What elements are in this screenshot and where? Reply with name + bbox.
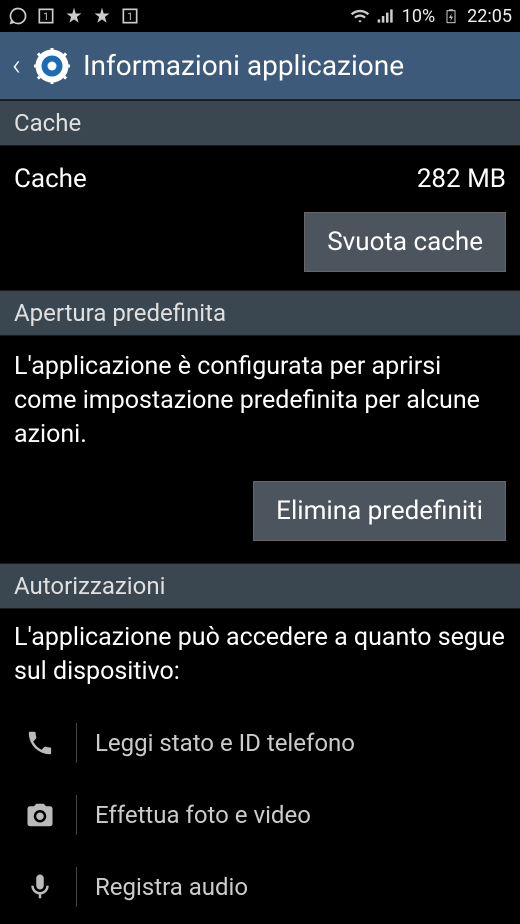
permission-row-phone: Leggi stato e ID telefono: [14, 707, 506, 779]
notification-2-icon: 1: [120, 6, 140, 26]
status-left-icons: 1 1: [8, 6, 140, 26]
camera-icon: [22, 800, 58, 830]
section-header-permissions: Autorizzazioni: [0, 563, 520, 609]
notification-1-icon: 1: [36, 6, 56, 26]
battery-charging-icon: [441, 6, 461, 26]
default-description: L'applicazione è configurata per aprirsi…: [14, 350, 506, 451]
divider: [76, 795, 77, 835]
cache-value: 282 MB: [417, 164, 506, 194]
whatsapp-icon: [8, 6, 28, 26]
star-icon-2: [92, 6, 112, 26]
permission-label: Registra audio: [95, 873, 248, 901]
clear-cache-button[interactable]: Svuota cache: [304, 212, 506, 272]
page-title: Informazioni applicazione: [83, 49, 404, 82]
clock: 22:05: [467, 6, 512, 27]
back-icon[interactable]: ‹: [12, 48, 21, 83]
permission-row-camera: Effettua foto e video: [14, 779, 506, 851]
wifi-icon: [350, 6, 370, 26]
phone-icon: [22, 728, 58, 758]
star-icon: [64, 6, 84, 26]
cache-row: Cache 282 MB: [0, 146, 520, 202]
status-right-icons: 10% 22:05: [350, 6, 512, 27]
status-bar: 1 1 10% 22:05: [0, 0, 520, 32]
clear-defaults-button[interactable]: Elimina predefiniti: [253, 481, 506, 541]
mic-icon: [22, 872, 58, 902]
permission-label: Leggi stato e ID telefono: [95, 729, 355, 757]
app-header: ‹ Informazioni applicazione: [0, 32, 520, 100]
permission-label: Effettua foto e video: [95, 801, 311, 829]
permission-row-mic: Registra audio: [14, 851, 506, 923]
permissions-intro: L'applicazione può accedere a quanto seg…: [14, 621, 506, 689]
divider: [76, 867, 77, 907]
cache-label: Cache: [14, 164, 87, 194]
battery-percent: 10%: [402, 6, 435, 27]
settings-gear-icon[interactable]: [33, 47, 71, 85]
signal-icon: [376, 6, 396, 26]
divider: [76, 723, 77, 763]
svg-text:1: 1: [43, 12, 49, 23]
svg-text:1: 1: [127, 12, 133, 23]
section-header-default: Apertura predefinita: [0, 290, 520, 336]
section-header-cache: Cache: [0, 100, 520, 146]
